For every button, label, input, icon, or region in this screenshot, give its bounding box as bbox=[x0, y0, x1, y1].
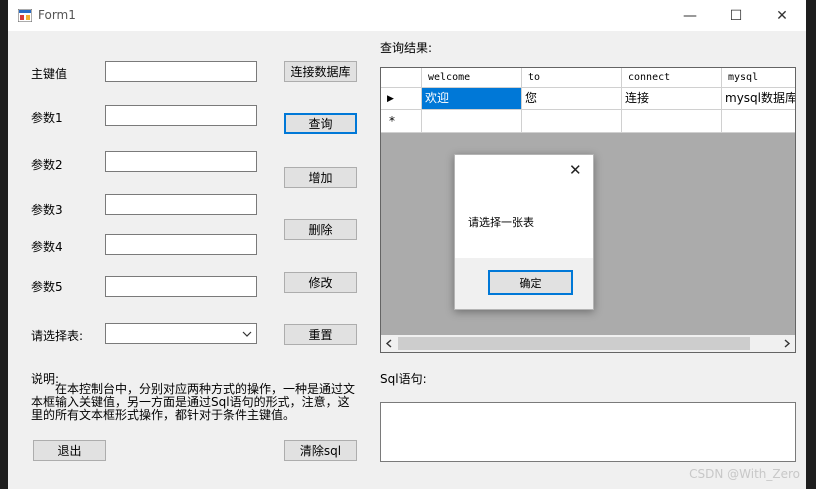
results-label: 查询结果: bbox=[380, 41, 433, 55]
column-header[interactable]: mysql bbox=[722, 68, 795, 88]
window-title: Form1 bbox=[38, 8, 76, 22]
grid-corner-header[interactable] bbox=[381, 68, 422, 88]
key-label: 主键值 bbox=[31, 67, 68, 81]
scroll-right-icon[interactable] bbox=[783, 339, 791, 348]
dialog-message: 请选择一张表 bbox=[468, 216, 534, 229]
param1-input[interactable] bbox=[105, 105, 257, 126]
grid-cell-new[interactable] bbox=[422, 110, 522, 133]
maximize-button[interactable]: ☐ bbox=[713, 0, 759, 31]
add-button[interactable]: 增加 bbox=[284, 167, 357, 188]
grid-cell[interactable]: 连接 bbox=[622, 88, 722, 110]
close-button[interactable]: ✕ bbox=[759, 0, 805, 31]
sql-textarea[interactable] bbox=[380, 402, 796, 462]
grid-cell-new[interactable] bbox=[522, 110, 622, 133]
param2-label: 参数2 bbox=[31, 158, 63, 172]
dialog-ok-button[interactable]: 确定 bbox=[488, 270, 573, 295]
table-select[interactable] bbox=[105, 323, 257, 344]
clear-sql-button[interactable]: 清除sql bbox=[284, 440, 357, 461]
param2-input[interactable] bbox=[105, 151, 257, 172]
column-header[interactable]: connect bbox=[622, 68, 722, 88]
description-text: 在本控制台中，分别对应两种方式的操作，一种是通过文本框输入关键值，另一方面是通过… bbox=[31, 382, 356, 422]
row-header-current[interactable]: ▶ bbox=[381, 88, 422, 110]
param1-label: 参数1 bbox=[31, 111, 63, 125]
param3-label: 参数3 bbox=[31, 203, 63, 217]
dialog-footer: 确定 bbox=[455, 258, 593, 309]
column-header[interactable]: to bbox=[522, 68, 622, 88]
exit-button[interactable]: 退出 bbox=[33, 440, 106, 461]
connect-database-button[interactable]: 连接数据库 bbox=[284, 61, 357, 82]
horizontal-scrollbar[interactable] bbox=[381, 335, 795, 352]
grid-cell-selected[interactable]: 欢迎 bbox=[422, 88, 522, 110]
key-input[interactable] bbox=[105, 61, 257, 82]
param3-input[interactable] bbox=[105, 194, 257, 215]
query-button[interactable]: 查询 bbox=[284, 113, 357, 134]
param5-input[interactable] bbox=[105, 276, 257, 297]
sql-label: Sql语句: bbox=[380, 372, 427, 386]
table-select-label: 请选择表: bbox=[31, 329, 84, 343]
title-bar[interactable]: Form1 — ☐ ✕ bbox=[8, 0, 806, 31]
scroll-left-icon[interactable] bbox=[385, 339, 393, 348]
reset-button[interactable]: 重置 bbox=[284, 324, 357, 345]
param5-label: 参数5 bbox=[31, 280, 63, 294]
app-icon bbox=[18, 9, 32, 22]
grid-cell[interactable]: 您 bbox=[522, 88, 622, 110]
scrollbar-thumb[interactable] bbox=[398, 337, 750, 350]
dialog-close-icon[interactable]: ✕ bbox=[569, 161, 582, 179]
grid-cell[interactable]: mysql数据库 bbox=[722, 88, 795, 110]
param4-input[interactable] bbox=[105, 234, 257, 255]
watermark: CSDN @With_Zero bbox=[689, 467, 800, 481]
grid-cell-new[interactable] bbox=[722, 110, 795, 133]
chevron-down-icon bbox=[242, 331, 252, 337]
grid-cell-new[interactable] bbox=[622, 110, 722, 133]
minimize-button[interactable]: — bbox=[667, 0, 713, 31]
column-header[interactable]: welcome bbox=[422, 68, 522, 88]
delete-button[interactable]: 删除 bbox=[284, 219, 357, 240]
modify-button[interactable]: 修改 bbox=[284, 272, 357, 293]
form1-window: Form1 — ☐ ✕ 主键值 参数1 参数2 参数3 参数4 参数5 请选择表… bbox=[8, 0, 806, 489]
message-dialog: ✕ 请选择一张表 确定 bbox=[454, 154, 594, 310]
row-header-new[interactable]: * bbox=[381, 110, 422, 133]
param4-label: 参数4 bbox=[31, 240, 63, 254]
